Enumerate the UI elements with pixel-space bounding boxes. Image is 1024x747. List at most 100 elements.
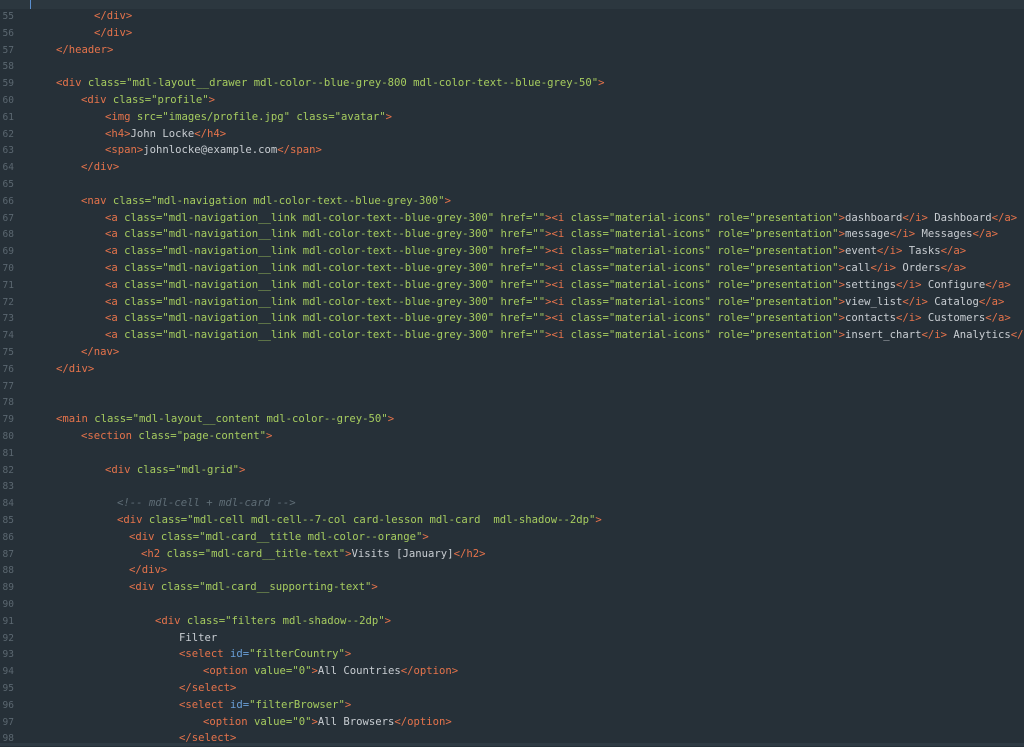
code-line[interactable]: 85 <div class="mdl-cell mdl-cell--7-col c… [0,512,1024,529]
line-number: 65 [2,179,14,190]
code-line[interactable]: 70 <a class="mdl-navigation__link mdl-col… [0,260,1024,277]
code-line[interactable]: 76 </div> [0,361,1024,378]
line-number: 59 [2,78,14,90]
line-number: 71 [2,279,14,291]
code-token: role= [710,228,750,241]
code-line[interactable]: 65 [0,176,1024,193]
code-token: > [265,430,273,442]
line-number: 82 [2,464,14,476]
line-number: 73 [2,313,14,325]
code-token: "material-icons" [608,295,711,308]
code-text: </select> [179,680,236,697]
code-line[interactable]: 95 </select> [0,680,1024,697]
code-line[interactable]: 75 </nav> [0,344,1024,361]
code-line[interactable]: 68 <a class="mdl-navigation__link mdl-col… [0,226,1024,243]
code-editor[interactable]: 54 55 </div> 56 </div> 57 </header> 58 59 <div c… [0,0,1024,746]
code-token: "presentation" [749,295,839,308]
code-text: <nav class="mdl-navigation mdl-color-tex… [81,193,451,210]
code-line[interactable]: 96 <select id="filterBrowser"> [0,697,1024,714]
code-token: "presentation" [749,245,839,258]
code-line[interactable]: 60 <div class="profile"> [0,92,1024,109]
code-line[interactable]: 81 [0,445,1024,462]
code-line[interactable]: 87 <h2 class="mdl-card__title-text">Visit… [0,546,1024,563]
code-token: class= [124,211,163,224]
code-text: Filter [179,630,217,647]
code-line[interactable]: 69 <a class="mdl-navigation__link mdl-col… [0,243,1024,260]
code-token: "material-icons" [608,329,711,342]
code-token: ><i [545,329,571,342]
code-token: "" [532,295,546,308]
code-line[interactable]: 74 <a class="mdl-navigation__link mdl-col… [0,327,1024,344]
line-number: 78 [2,397,14,409]
code-line[interactable]: 93 <select id="filterCountry"> [0,646,1024,663]
code-line[interactable]: 79 <main class="mdl-layout__content mdl-c… [0,411,1024,428]
code-text: <h2 class="mdl-card__title-text">Visits … [141,546,485,563]
code-token: > [208,94,215,106]
code-token: </div> [81,161,120,174]
code-text: <select id="filterCountry"> [179,646,351,663]
code-token: > [444,194,451,207]
code-token: "mdl-navigation__link mdl-color-text--bl… [162,245,495,258]
code-token: </a> [985,312,1011,325]
code-token: <img [105,110,137,123]
code-line[interactable]: 90 [0,596,1024,613]
code-line[interactable]: 88 </div> [0,562,1024,579]
code-token: <select [179,648,231,661]
code-token: href= [494,228,533,241]
code-text: <div class="filters mdl-shadow--2dp"> [155,613,391,630]
code-text: <img src="images/profile.jpg" class="ava… [105,109,392,126]
code-line[interactable]: 73 <a class="mdl-navigation__link mdl-col… [0,310,1024,327]
code-line[interactable]: 59 <div class="mdl-layout__drawer mdl-col… [0,75,1024,92]
code-text: <a class="mdl-navigation__link mdl-color… [105,210,1017,227]
line-number: 54 [0,0,14,3]
code-line[interactable]: 55 </div> [0,8,1024,25]
code-line[interactable]: 82 <div class="mdl-grid"> [0,462,1024,479]
line-number: 70 [2,263,14,274]
code-line[interactable]: 57 </header> [0,42,1024,59]
code-token: <div [105,463,137,476]
code-line[interactable]: 97 <option value="0">All Browsers</option… [0,714,1024,731]
code-line[interactable]: 61 <img src="images/profile.jpg" class="a… [0,109,1024,126]
code-line[interactable]: 78 [0,394,1024,411]
code-token: <nav [81,194,113,207]
code-text: <!-- mdl-cell + mdl-card --> [117,495,296,512]
code-line[interactable]: 80 <section class="page-content"> [0,428,1024,445]
code-line[interactable]: 83 [0,478,1024,495]
code-token: <span> [105,144,144,157]
code-token: "" [532,312,546,325]
code-line[interactable]: 84 <!-- mdl-cell + mdl-card --> [0,495,1024,512]
code-token: "presentation" [749,211,839,224]
code-line[interactable]: 86 <div class="mdl-card__title mdl-color-… [0,529,1024,546]
code-line[interactable]: 56 </div> [0,25,1024,42]
code-line[interactable]: 72 <a class="mdl-navigation__link mdl-col… [0,294,1024,311]
code-line[interactable]: 91 <div class="filters mdl-shadow--2dp"> [0,613,1024,630]
code-line[interactable]: 71 <a class="mdl-navigation__link mdl-col… [0,277,1024,294]
code-token: id= [230,698,250,711]
code-token: class= [570,228,609,241]
code-line[interactable]: 94 <option value="0">All Countries</optio… [0,663,1024,680]
code-token: "mdl-card__title mdl-color--orange" [199,530,423,543]
code-token: </i> [895,312,922,325]
code-line[interactable]: 64 </div> [0,159,1024,176]
code-line[interactable]: 63 <span>johnlocke@example.com</span> [0,142,1024,159]
code-token: "mdl-navigation__link mdl-color-text--bl… [162,295,495,308]
code-token: "material-icons" [608,245,711,258]
code-token: </select> [179,682,237,694]
code-token: > [422,530,429,543]
code-token: > [598,77,605,90]
code-token: "mdl-cell mdl-cell--7-col card-lesson md… [187,514,596,526]
code-line[interactable]: 67 <a class="mdl-navigation__link mdl-col… [0,210,1024,227]
code-line[interactable]: 58 [0,58,1024,75]
code-token: <option [203,665,255,678]
code-line[interactable]: 92 Filter [0,630,1024,647]
code-token: ><i [545,312,571,325]
code-token: value= [254,715,293,728]
code-line[interactable]: 62 <h4>John Locke</h4> [0,126,1024,143]
line-number: 69 [2,246,14,258]
code-line[interactable]: 66 <nav class="mdl-navigation mdl-color-t… [0,193,1024,210]
code-token: </option> [400,665,459,678]
code-token: </a> [978,295,1005,308]
code-line[interactable]: 77 [0,378,1024,395]
code-token: class= [289,110,335,123]
code-line[interactable]: 89 <div class="mdl-card__supporting-text"… [0,579,1024,596]
